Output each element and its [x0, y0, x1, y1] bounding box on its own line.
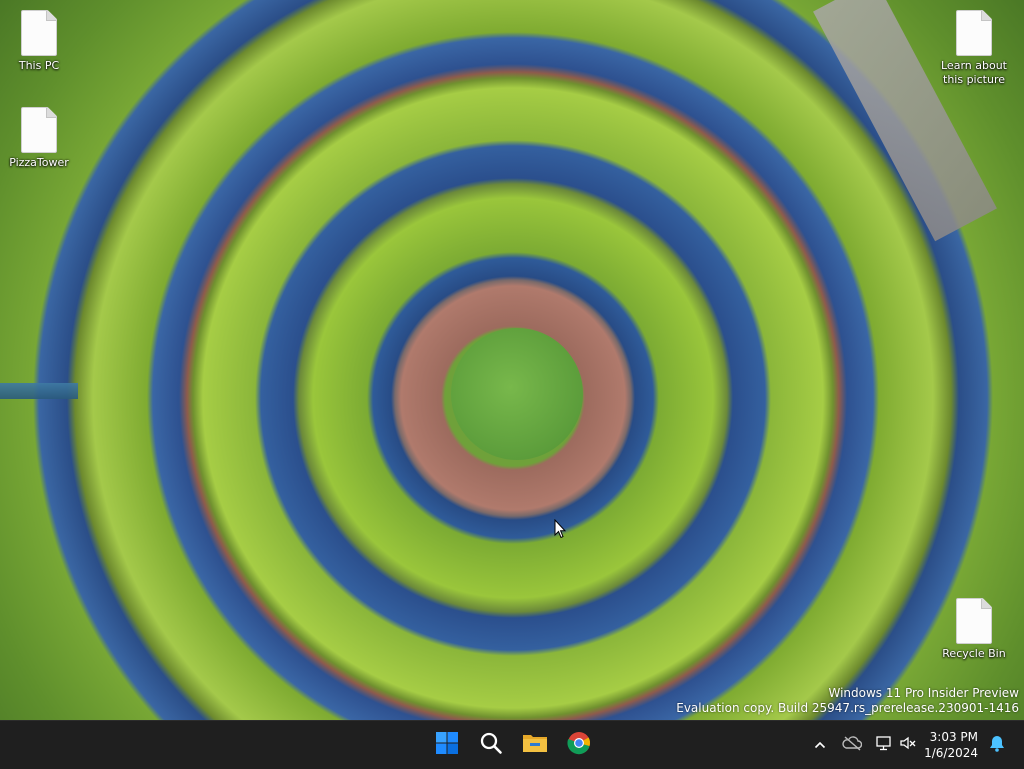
taskbar-clock[interactable]: 3:03 PM 1/6/2024 — [924, 729, 978, 761]
desktop-icon-recycle-bin[interactable]: Recycle Bin — [938, 598, 1010, 661]
taskbar-file-explorer-button[interactable] — [517, 727, 553, 763]
chrome-icon — [567, 731, 591, 759]
chevron-up-icon — [814, 736, 826, 755]
tray-show-hidden-icons-button[interactable] — [808, 721, 832, 769]
folder-icon — [522, 731, 548, 759]
volume-muted-icon — [899, 735, 917, 755]
mouse-cursor-icon — [554, 518, 567, 543]
watermark-line2: Evaluation copy. Build 25947.rs_prerelea… — [676, 701, 1019, 715]
tray-onedrive-button[interactable] — [840, 721, 864, 769]
onedrive-icon — [842, 735, 863, 755]
desktop-icon-pizzatower[interactable]: PizzaTower — [3, 107, 75, 170]
desktop-icon-label: PizzaTower — [9, 156, 69, 169]
file-icon — [956, 10, 992, 56]
file-icon — [21, 10, 57, 56]
taskbar-start-button[interactable] — [429, 727, 465, 763]
clock-time: 3:03 PM — [929, 730, 978, 744]
desktop-icon-this-pc[interactable]: This PC — [3, 10, 75, 73]
windows-start-icon — [435, 731, 459, 759]
clock-date: 1/6/2024 — [924, 746, 978, 760]
search-icon — [479, 731, 503, 759]
desktop[interactable]: This PC PizzaTower Learn about this pict… — [0, 0, 1024, 720]
desktop-icon-label: Learn about this picture — [941, 59, 1007, 86]
network-icon — [875, 735, 893, 755]
wallpaper-bridge — [0, 383, 78, 399]
taskbar-chrome-button[interactable] — [561, 727, 597, 763]
tray-network-volume-button[interactable] — [872, 721, 920, 769]
taskbar-search-button[interactable] — [473, 727, 509, 763]
desktop-icon-learn-about-this-picture[interactable]: Learn about this picture — [938, 10, 1010, 87]
taskbar: 3:03 PM 1/6/2024 — [0, 720, 1024, 769]
notification-bell-icon — [988, 734, 1006, 756]
wallpaper-center-lawn — [451, 328, 583, 460]
watermark-line1: Windows 11 Pro Insider Preview — [828, 686, 1019, 700]
windows-watermark: Windows 11 Pro Insider Preview Evaluatio… — [676, 686, 1019, 716]
tray-notifications-button[interactable] — [984, 721, 1010, 769]
file-icon — [21, 107, 57, 153]
desktop-icon-label: Recycle Bin — [942, 647, 1006, 660]
file-icon — [956, 598, 992, 644]
desktop-icon-label: This PC — [18, 59, 60, 72]
